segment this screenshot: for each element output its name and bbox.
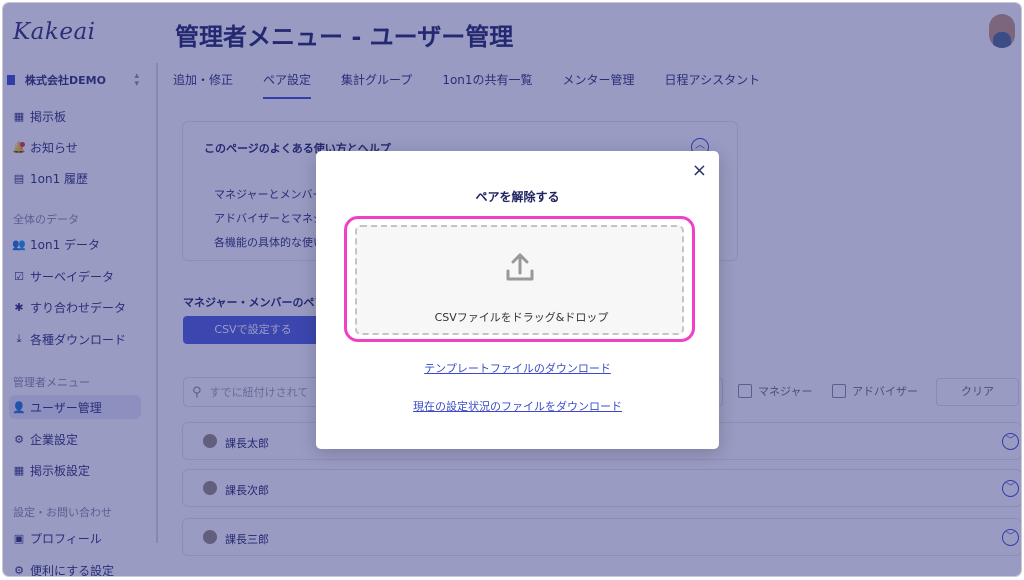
upload-icon [506, 253, 534, 281]
unpair-modal: × ペアを解除する CSVファイルをドラッグ&ドロップ テンプレートファイルのダ… [316, 151, 719, 449]
current-settings-download-link[interactable]: 現在の設定状況のファイルをダウンロード [316, 398, 719, 414]
template-download-link[interactable]: テンプレートファイルのダウンロード [316, 360, 719, 376]
dropzone-label: CSVファイルをドラッグ&ドロップ [434, 311, 609, 324]
modal-title: ペアを解除する [475, 190, 560, 204]
csv-dropzone[interactable]: CSVファイルをドラッグ&ドロップ [355, 225, 684, 335]
app-window: Kakeai 株式会社DEMO ▴ ▾ ▦ 掲示板 🔔 お知らせ ▤ 1on1 履… [3, 3, 1021, 576]
close-icon[interactable]: × [692, 161, 707, 181]
